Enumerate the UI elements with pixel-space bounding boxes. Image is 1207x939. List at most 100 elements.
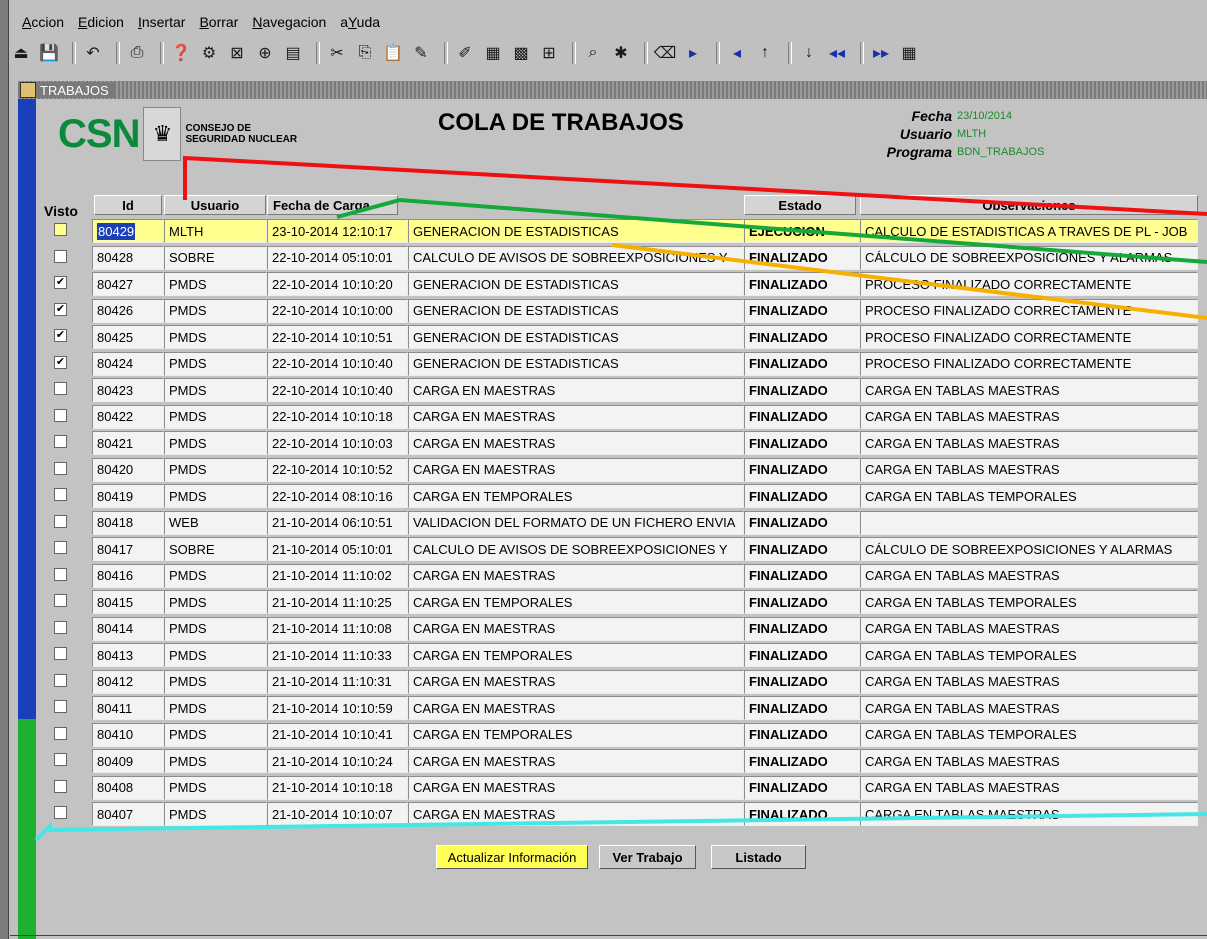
- programa-cell[interactable]: GENERACION DE ESTADISTICAS: [408, 272, 744, 296]
- programa-cell[interactable]: CARGA EN MAESTRAS: [408, 431, 744, 455]
- menu-item-5[interactable]: aYuda: [340, 14, 380, 30]
- id-cell[interactable]: 80419: [92, 484, 164, 508]
- usuario-cell[interactable]: PMDS: [164, 643, 267, 667]
- table-row[interactable]: 80419 PMDS 22-10-2014 08:10:16 CARGA EN TEM…: [36, 484, 1207, 510]
- estado-header[interactable]: Estado: [744, 195, 856, 215]
- fecha-cell[interactable]: 23-10-2014 12:10:17: [267, 219, 408, 243]
- fecha-cell[interactable]: 22-10-2014 10:10:51: [267, 325, 408, 349]
- id-cell[interactable]: 80422: [92, 404, 164, 429]
- visto-checkbox[interactable]: [54, 647, 67, 660]
- up-icon[interactable]: ↑: [754, 42, 776, 64]
- id-cell[interactable]: 80411: [92, 696, 164, 720]
- programa-cell[interactable]: CARGA EN TEMPORALES: [408, 722, 744, 747]
- id-cell[interactable]: 80418: [92, 510, 164, 535]
- obs-cell[interactable]: CARGA EN TABLAS TEMPORALES: [860, 590, 1198, 614]
- usuario-cell[interactable]: PMDS: [164, 722, 267, 747]
- fecha-cell[interactable]: 21-10-2014 11:10:31: [267, 669, 408, 694]
- obs-cell[interactable]: PROCESO FINALIZADO CORRECTAMENTE: [860, 325, 1198, 349]
- visto-checkbox[interactable]: [54, 779, 67, 793]
- obs-cell[interactable]: CARGA EN TABLAS TEMPORALES: [860, 722, 1198, 747]
- obs-cell[interactable]: CARGA EN TABLAS MAESTRAS: [860, 696, 1198, 720]
- obs-cell[interactable]: PROCESO FINALIZADO CORRECTAMENTE: [860, 272, 1198, 296]
- table-row[interactable]: 80407 PMDS 21-10-2014 10:10:07 CARGA EN MAE…: [36, 802, 1207, 828]
- obs-cell[interactable]: PROCESO FINALIZADO CORRECTAMENTE: [860, 351, 1198, 376]
- usuario-cell[interactable]: PMDS: [164, 590, 267, 614]
- down-icon[interactable]: ↓: [798, 42, 820, 64]
- obs-cell[interactable]: CARGA EN TABLAS TEMPORALES: [860, 484, 1198, 508]
- estado-cell[interactable]: FINALIZADO: [744, 325, 860, 349]
- obs-cell[interactable]: CARGA EN TABLAS MAESTRAS: [860, 775, 1198, 800]
- fecha-cell[interactable]: 22-10-2014 08:10:16: [267, 484, 408, 508]
- usuario-cell[interactable]: PMDS: [164, 669, 267, 694]
- remove-icon[interactable]: ⌫: [654, 42, 677, 64]
- table-row[interactable]: 80428 SOBRE 22-10-2014 05:10:01 CALCULO DE …: [36, 245, 1207, 272]
- usuario-cell[interactable]: PMDS: [164, 749, 267, 773]
- usuario-cell[interactable]: PMDS: [164, 484, 267, 508]
- programa-cell[interactable]: GENERACION DE ESTADISTICAS: [408, 351, 744, 376]
- menu-item-2[interactable]: Insertar: [138, 14, 185, 30]
- id-cell[interactable]: 80420: [92, 457, 164, 482]
- table-row[interactable]: ✔ 80427 PMDS 22-10-2014 10:10:20 GENERACION …: [36, 272, 1207, 298]
- table-row[interactable]: 80417 SOBRE 21-10-2014 05:10:01 CALCULO DE …: [36, 537, 1207, 563]
- estado-cell[interactable]: FINALIZADO: [744, 616, 860, 641]
- id-cell[interactable]: 80416: [92, 563, 164, 588]
- programa-cell[interactable]: CARGA EN MAESTRAS: [408, 802, 744, 826]
- zoom-icon[interactable]: ⊕: [254, 42, 276, 64]
- id-cell[interactable]: 80424: [92, 351, 164, 376]
- exit-icon[interactable]: ⏏: [10, 42, 32, 64]
- cut-icon[interactable]: ✂: [326, 42, 348, 64]
- usuario-cell[interactable]: PMDS: [164, 696, 267, 720]
- estado-cell[interactable]: FINALIZADO: [744, 272, 860, 296]
- obs-cell[interactable]: CARGA EN TABLAS MAESTRAS: [860, 378, 1198, 402]
- paste-icon[interactable]: 📋: [382, 42, 404, 64]
- estado-cell[interactable]: FINALIZADO: [744, 431, 860, 455]
- usuario-cell[interactable]: PMDS: [164, 775, 267, 800]
- programa-cell[interactable]: CARGA EN MAESTRAS: [408, 378, 744, 402]
- visto-checkbox[interactable]: [54, 541, 67, 554]
- table-row[interactable]: 80429 MLTH 23-10-2014 12:10:17 GENERACION D…: [36, 219, 1207, 245]
- visto-checkbox[interactable]: [54, 594, 67, 607]
- visto-checkbox[interactable]: [54, 567, 67, 581]
- visto-checkbox[interactable]: ✔: [54, 355, 67, 369]
- id-cell[interactable]: 80414: [92, 616, 164, 641]
- estado-cell[interactable]: FINALIZADO: [744, 722, 860, 747]
- visto-checkbox[interactable]: [54, 249, 67, 263]
- estado-cell[interactable]: FINALIZADO: [744, 510, 860, 535]
- record-icon[interactable]: ▤: [282, 42, 304, 64]
- table-row[interactable]: 80413 PMDS 21-10-2014 11:10:33 CARGA EN TEM…: [36, 643, 1207, 669]
- id-cell[interactable]: 80413: [92, 643, 164, 667]
- usuario-cell[interactable]: PMDS: [164, 325, 267, 349]
- programa-cell[interactable]: CARGA EN MAESTRAS: [408, 696, 744, 720]
- previous-icon[interactable]: ◂: [726, 42, 748, 64]
- estado-cell[interactable]: FINALIZADO: [744, 696, 860, 720]
- table-row[interactable]: 80410 PMDS 21-10-2014 10:10:41 CARGA EN TEM…: [36, 722, 1207, 749]
- obs-cell[interactable]: CARGA EN TABLAS TEMPORALES: [860, 643, 1198, 667]
- fecha-cell[interactable]: 21-10-2014 10:10:41: [267, 722, 408, 747]
- programa-cell[interactable]: CARGA EN MAESTRAS: [408, 404, 744, 429]
- programa-cell[interactable]: CARGA EN TEMPORALES: [408, 643, 744, 667]
- visto-checkbox[interactable]: [54, 673, 67, 687]
- visto-checkbox[interactable]: ✔: [54, 276, 67, 289]
- fecha-cell[interactable]: 21-10-2014 11:10:33: [267, 643, 408, 667]
- table-row[interactable]: ✔ 80426 PMDS 22-10-2014 10:10:00 GENERACION …: [36, 298, 1207, 325]
- menu-item-3[interactable]: Borrar: [199, 14, 238, 30]
- table-row[interactable]: 80412 PMDS 21-10-2014 11:10:31 CARGA EN MAE…: [36, 669, 1207, 696]
- id-cell[interactable]: 80410: [92, 722, 164, 747]
- menu-item-4[interactable]: Navegacion: [252, 14, 326, 30]
- id-cell[interactable]: 80426: [92, 298, 164, 323]
- fecha-cell[interactable]: 21-10-2014 06:10:51: [267, 510, 408, 535]
- id-cell[interactable]: 80427: [92, 272, 164, 296]
- estado-cell[interactable]: FINALIZADO: [744, 749, 860, 773]
- menu-item-1[interactable]: Edicion: [78, 14, 124, 30]
- table-row[interactable]: 80421 PMDS 22-10-2014 10:10:03 CARGA EN MAE…: [36, 431, 1207, 457]
- undo-icon[interactable]: ↶: [82, 42, 104, 64]
- menu-item-0[interactable]: Accion: [22, 14, 64, 30]
- programa-cell[interactable]: CARGA EN MAESTRAS: [408, 457, 744, 482]
- insert-record-icon[interactable]: ▦: [482, 42, 504, 64]
- fecha-cell[interactable]: 21-10-2014 11:10:25: [267, 590, 408, 614]
- fecha-cell[interactable]: 21-10-2014 10:10:24: [267, 749, 408, 773]
- table-row[interactable]: 80415 PMDS 21-10-2014 11:10:25 CARGA EN TEM…: [36, 590, 1207, 616]
- usuario-cell[interactable]: SOBRE: [164, 245, 267, 270]
- visto-checkbox[interactable]: ✔: [54, 302, 67, 316]
- obs-cell[interactable]: CARGA EN TABLAS MAESTRAS: [860, 616, 1198, 641]
